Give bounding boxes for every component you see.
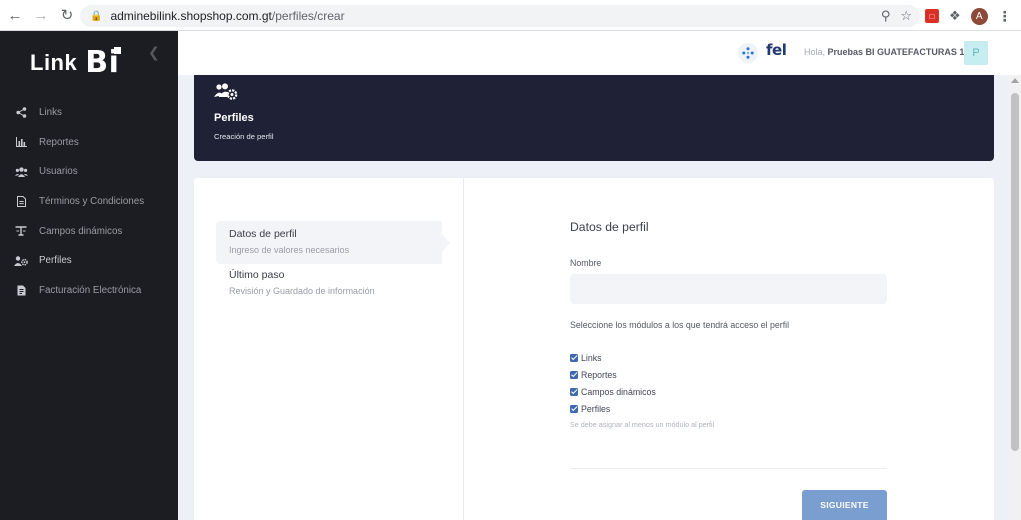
module-label: Links xyxy=(581,352,602,363)
wizard-step-ultimo-paso[interactable]: Último paso Revisión y Guardado de infor… xyxy=(216,262,442,302)
name-label: Nombre xyxy=(570,258,602,268)
sidebar-item-label: Links xyxy=(39,107,62,119)
logo-mark: Bi xyxy=(85,45,122,80)
profile-wizard-card: Datos de perfil Ingreso de valores neces… xyxy=(194,178,994,520)
omnibox-actions: ⚲ ☆ xyxy=(881,5,912,27)
bar-chart-icon xyxy=(14,136,28,148)
address-bar[interactable]: 🔒 adminebilink.shopshop.com.gt/perfiles/… xyxy=(80,5,920,27)
users-icon xyxy=(14,166,28,178)
sidebar-item-label: Campos dinámicos xyxy=(39,225,123,237)
module-checkbox-perfiles[interactable]: Perfiles xyxy=(570,400,656,417)
lock-icon: 🔒 xyxy=(90,10,103,22)
zoom-icon[interactable]: ⚲ xyxy=(881,8,891,24)
page-hero: Perfiles Creación de perfil xyxy=(194,75,994,161)
checkbox-checked[interactable] xyxy=(570,353,578,362)
page-scrollbar-thumb[interactable] xyxy=(1011,93,1019,451)
sidebar-item-links[interactable]: Links xyxy=(0,98,178,128)
user-avatar[interactable]: P xyxy=(964,41,988,65)
logo-text: Link xyxy=(30,49,78,75)
sidebar-item-label: Reportes xyxy=(39,136,79,148)
sidebar-item-label: Facturación Electrónica xyxy=(39,284,142,296)
user-gear-icon xyxy=(14,255,28,267)
scroll-up-arrow[interactable] xyxy=(1011,78,1019,83)
sidebar-item-label: Términos y Condiciones xyxy=(39,196,145,208)
module-checkbox-campos[interactable]: Campos dinámicos xyxy=(570,383,656,400)
text-fields-icon xyxy=(14,225,28,237)
form-title: Datos de perfil xyxy=(570,220,649,234)
browser-profile-avatar[interactable]: A xyxy=(970,7,988,25)
step-title: Último paso xyxy=(229,269,285,281)
modules-label: Seleccione los módulos a los que tendrá … xyxy=(570,320,790,330)
page-title: Perfiles xyxy=(214,112,254,124)
next-button[interactable]: SIGUIENTE xyxy=(802,490,887,520)
share-icon xyxy=(14,107,28,119)
sidebar-item-terminos[interactable]: Términos y Condiciones xyxy=(0,187,178,217)
document-icon xyxy=(14,196,28,208)
back-arrow-icon[interactable]: ← xyxy=(4,4,26,26)
pdf-extension-icon[interactable]: □ xyxy=(925,9,939,23)
fel-brand: fel xyxy=(766,41,787,59)
browser-toolbar: ← → ↻ 🔒 adminebilink.shopshop.com.gt/per… xyxy=(0,0,1021,31)
module-label: Perfiles xyxy=(581,403,611,414)
module-checkbox-links[interactable]: Links xyxy=(570,349,656,366)
form-divider xyxy=(570,468,887,469)
sidebar-item-label: Usuarios xyxy=(39,166,78,178)
page-subtitle: Creación de perfil xyxy=(214,132,274,141)
module-checkbox-reportes[interactable]: Reportes xyxy=(570,366,656,383)
checkbox-checked[interactable] xyxy=(570,404,578,413)
wizard-step-datos-perfil[interactable]: Datos de perfil Ingreso de valores neces… xyxy=(216,221,450,264)
star-icon[interactable]: ☆ xyxy=(900,8,912,24)
modules-checklist: Links Reportes Campos dinámicos Perfiles xyxy=(570,349,656,417)
step-title: Datos de perfil xyxy=(229,228,297,240)
user-name: Pruebas BI GUATEFACTURAS 1 xyxy=(827,47,965,57)
sidebar-item-usuarios[interactable]: Usuarios xyxy=(0,157,178,187)
fel-diamond-icon xyxy=(738,43,758,63)
user-greeting: Hola, Pruebas BI GUATEFACTURAS 1 xyxy=(804,47,964,57)
greeting-prefix: Hola, xyxy=(804,47,826,57)
extensions-area: □ ❖ A ⋮ xyxy=(925,5,1012,27)
collapse-sidebar-icon[interactable]: ❮ xyxy=(148,44,160,61)
module-label: Reportes xyxy=(581,369,617,380)
sidebar-item-facturacion[interactable]: Facturación Electrónica xyxy=(0,276,178,306)
browser-menu-icon[interactable]: ⋮ xyxy=(998,8,1012,25)
modules-hint: Se debe asignar al menos un módulo al pe… xyxy=(570,420,715,429)
reload-icon[interactable]: ↻ xyxy=(56,4,78,26)
app-logo[interactable]: Link Bi xyxy=(30,45,122,80)
sidebar-item-reportes[interactable]: Reportes xyxy=(0,128,178,158)
step-description: Revisión y Guardado de información xyxy=(229,286,375,296)
checkbox-checked[interactable] xyxy=(570,387,578,396)
user-gear-icon xyxy=(214,83,238,100)
step-description: Ingreso de valores necesarios xyxy=(229,245,350,255)
url-host: adminebilink.shopshop.com.gt xyxy=(110,9,272,23)
sidebar-item-perfiles[interactable]: Perfiles xyxy=(0,246,178,276)
forward-arrow-icon[interactable]: → xyxy=(30,4,52,26)
url-path: /perfiles/crear xyxy=(271,9,345,23)
checkbox-checked[interactable] xyxy=(570,370,578,379)
sidebar-item-label: Perfiles xyxy=(39,255,72,267)
sidebar: Link Bi ❮ Links Reportes Usuarios Términ… xyxy=(0,31,178,520)
wizard-divider xyxy=(463,178,464,520)
puzzle-extensions-icon[interactable]: ❖ xyxy=(949,8,961,24)
invoice-icon xyxy=(14,284,28,296)
fel-logo: fel xyxy=(766,41,787,59)
sidebar-item-campos[interactable]: Campos dinámicos xyxy=(0,216,178,246)
module-label: Campos dinámicos xyxy=(581,386,656,397)
sidebar-menu: Links Reportes Usuarios Términos y Condi… xyxy=(0,98,178,305)
name-input[interactable] xyxy=(570,274,887,304)
app-header: fel Hola, Pruebas BI GUATEFACTURAS 1 P xyxy=(178,31,1021,75)
